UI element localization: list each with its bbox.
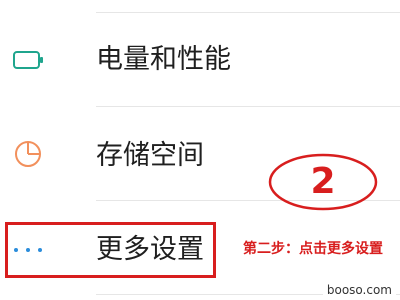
row-divider	[96, 106, 400, 107]
pie-chart-icon	[15, 141, 41, 167]
settings-screen: 电量和性能 存储空间 更多设置 2 第二步：点击更多设置 booso.com	[0, 0, 400, 300]
top-divider	[96, 12, 400, 13]
settings-item-label: 存储空间	[96, 140, 204, 171]
watermark: booso.com	[322, 282, 396, 298]
battery-icon	[13, 51, 43, 69]
step-caption: 第二步：点击更多设置	[243, 241, 383, 257]
settings-item-battery-performance[interactable]: 电量和性能	[0, 14, 400, 106]
highlight-box	[5, 222, 216, 278]
settings-item-label: 电量和性能	[96, 44, 231, 75]
step-number: 2	[310, 161, 336, 202]
